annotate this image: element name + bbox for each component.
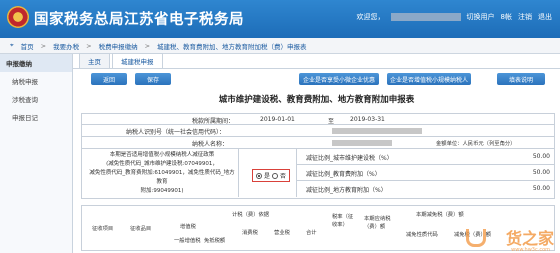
period-to[interactable]: 2019-03-31 — [350, 116, 385, 123]
save-button[interactable]: 保存 — [135, 73, 171, 85]
site-title: 国家税务总局江苏省电子税务局 — [34, 12, 244, 28]
rate-label: 减征比例_地方教育附加（%） — [306, 187, 387, 194]
sidebar: 申报缴纳 纳税申报 涉税查询 申报日记 — [0, 54, 73, 253]
col-consumption-tax: 消费税 — [242, 230, 258, 236]
rate-row: 减征比例_教育费附加（%） 50.00 — [296, 165, 554, 181]
back-button[interactable]: 返回 — [91, 73, 127, 85]
breadcrumb: ⌖ 首页 > 我要办税 > 税费申报缴纳 > 城建税、教育费附加、地方教育附加税（费）… — [0, 38, 560, 54]
radio-yes-label: 是 — [264, 173, 271, 180]
sidebar-item-log[interactable]: 申报日记 — [0, 108, 72, 126]
breadcrumb-home[interactable]: 首页 — [21, 41, 34, 51]
sidebar-item-declare[interactable]: 纳税申报 — [0, 72, 72, 90]
instructions-button[interactable]: 填表说明 — [497, 73, 545, 85]
col-relief: 本期减免税（费）额 — [416, 212, 464, 218]
main-panel: 主页 城建税申报 返回 保存 企业是否享受小微企业优惠 企业是否增值税小规模纳税… — [73, 53, 560, 253]
welcome-text: 欢迎您， — [356, 13, 385, 21]
taxpayer-id-label: 纳税人识别号（统一社会信用代码）： — [126, 129, 226, 136]
radio-no-label: 否 — [280, 173, 287, 180]
tab-city-tax[interactable]: 城建税申报 — [112, 53, 163, 68]
taxpayer-id-row: 纳税人识别号（统一社会信用代码）： — [81, 125, 555, 137]
breadcrumb-declare[interactable]: 税费申报缴纳 — [99, 41, 138, 51]
rate-value[interactable]: 50.00 — [533, 185, 550, 192]
exit-link[interactable]: 退出 — [538, 12, 552, 22]
taxpayer-name-masked — [332, 140, 392, 146]
taxpayer-name-label: 纳税人名称： — [192, 141, 229, 148]
breadcrumb-current: 城建税、教育费附加、地方教育附加税（费）申报表 — [157, 42, 307, 51]
radio-no[interactable] — [272, 172, 279, 179]
sidebar-item-query[interactable]: 涉税查询 — [0, 90, 72, 108]
col-relief-code: 减免性质代码 — [406, 232, 438, 238]
period-label: 税款所属期间： — [192, 118, 235, 125]
col-levy-item: 征收项目 — [92, 226, 114, 232]
policy-question-line: 减免性质代码_教育费附加:61049901，减免性质代码_地方教育 — [89, 170, 235, 185]
rate-value[interactable]: 50.00 — [533, 169, 550, 176]
policy-question-line: 本期是否适用增值税小规模纳税人减征政策 — [109, 152, 215, 158]
user-area: 欢迎您， 切换用户 8帐 注销 退出 — [357, 12, 552, 22]
period-to-label: 至 — [328, 118, 335, 125]
col-levy-category: 征收品目 — [130, 226, 152, 232]
top-header: 国家税务总局江苏省电子税务局 欢迎您， 切换用户 8帐 注销 退出 — [0, 0, 560, 38]
small-scale-button[interactable]: 企业是否增值税小规模纳税人 — [387, 73, 471, 85]
account-link[interactable]: 8帐 — [501, 12, 512, 22]
switch-user-link[interactable]: 切换用户 — [467, 12, 495, 22]
radio-yes[interactable] — [256, 172, 262, 179]
rate-row: 减征比例_城市维护建设税（%） 50.00 — [296, 149, 554, 165]
form-title: 城市维护建设税、教育费附加、地方教育附加申报表 — [218, 95, 415, 105]
sidebar-header: 申报缴纳 — [0, 54, 72, 72]
policy-question-line: (减免性质代码_城市维护建设税:07049901， — [106, 161, 218, 167]
rate-row: 减征比例_地方教育附加（%） 50.00 — [296, 181, 554, 197]
rate-label: 减征比例_城市维护建设税（%） — [306, 155, 393, 162]
toolbar: 返回 保存 企业是否享受小微企业优惠 企业是否增值税小规模纳税人 填表说明 — [73, 69, 560, 89]
taxpayer-id-masked — [332, 128, 422, 134]
taxpayer-name-row: 纳税人名称： 金额单位：人民币元（列至角分） — [81, 137, 555, 149]
col-business-tax: 营业税 — [274, 230, 290, 236]
rate-value[interactable]: 50.00 — [533, 153, 550, 160]
tab-bar: 主页 城建税申报 — [73, 53, 560, 69]
tax-emblem-icon — [7, 6, 29, 28]
col-general-vat: 一般增值税 — [174, 238, 201, 244]
col-vat: 增值税 — [180, 224, 196, 230]
policy-question: 本期是否适用增值税小规模纳税人减征政策 (减免性质代码_城市维护建设税:0704… — [88, 151, 236, 196]
policy-block: 本期是否适用增值税小规模纳税人减征政策 (减免性质代码_城市维护建设税:0704… — [81, 149, 555, 199]
small-enterprise-button[interactable]: 企业是否享受小微企业优惠 — [299, 73, 379, 85]
rate-label: 减征比例_教育费附加（%） — [306, 171, 381, 178]
location-icon: ⌖ — [10, 41, 14, 49]
col-exempt-offset: 免抵税额 — [204, 238, 226, 244]
watermark-url: www.hw3c.com — [511, 247, 550, 253]
watermark: 货之家 — [505, 229, 554, 248]
policy-radio-group: 是 否 — [252, 169, 291, 182]
period-row: 税款所属期间： 2019-01-01 至 2019-03-31 — [81, 113, 555, 125]
tab-home[interactable]: 主页 — [79, 53, 110, 68]
logout-link[interactable]: 注销 — [518, 12, 532, 22]
col-payable: 本期应纳税（费）额 — [364, 216, 391, 230]
masked-username — [390, 13, 461, 21]
watermark-logo-icon — [466, 229, 486, 247]
period-from[interactable]: 2019-01-01 — [260, 116, 295, 123]
col-total: 合计 — [306, 230, 317, 236]
policy-question-line: 附加:99049901) — [140, 188, 184, 194]
col-rate: 税率（征收率） — [332, 214, 354, 228]
col-tax-basis: 计税（费）依据 — [232, 212, 270, 218]
amount-unit: 金额单位：人民币元（列至角分） — [436, 141, 516, 147]
breadcrumb-tax[interactable]: 我要办税 — [53, 41, 79, 51]
